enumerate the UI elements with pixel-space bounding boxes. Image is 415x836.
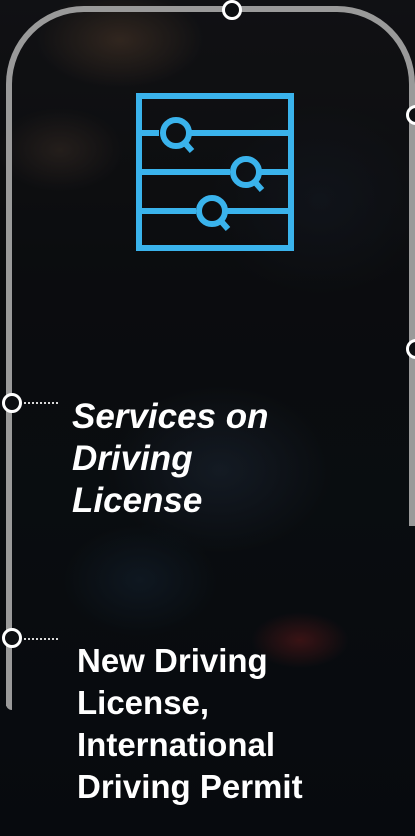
title-line: License, (77, 684, 210, 721)
frame-node-left-2 (2, 628, 22, 648)
frame-line-left-tail (6, 600, 12, 710)
sliders-settings-icon (136, 93, 294, 251)
frame-node-left-1 (2, 393, 22, 413)
connector-dots-1 (24, 402, 58, 406)
new-driving-license-title: New Driving License, International Drivi… (77, 640, 412, 808)
services-on-driving-license-title: Services on Driving License (72, 396, 402, 522)
connector-dots-2 (24, 638, 58, 642)
title-line: Services on (72, 397, 269, 436)
title-line: New Driving (77, 642, 268, 679)
frame-node-top (222, 0, 242, 20)
title-line: Driving Permit (77, 768, 303, 805)
title-line: Driving (72, 439, 193, 478)
title-line: International (77, 726, 276, 763)
title-line: License (72, 481, 203, 520)
